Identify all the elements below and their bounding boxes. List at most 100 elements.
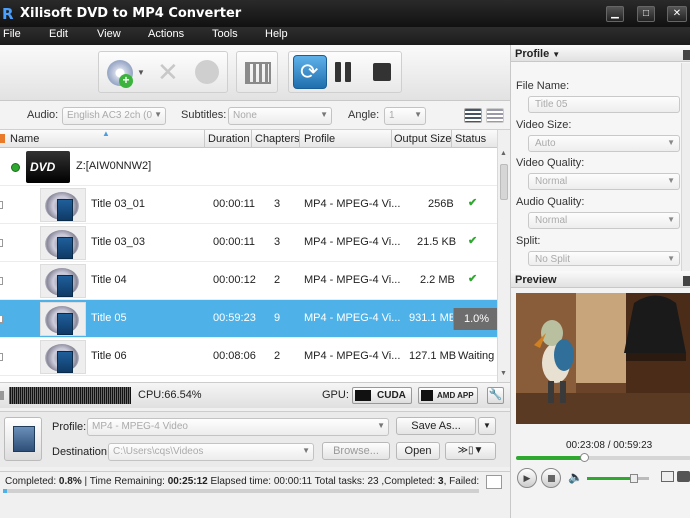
profile-select[interactable]: MP4 - MPEG-4 Video ▼	[87, 418, 389, 436]
seek-bar[interactable]	[516, 453, 690, 462]
row-name: Title 06	[91, 350, 127, 362]
column-divider[interactable]	[299, 130, 300, 148]
table-row[interactable]: Title 03_01 00:00:11 3 MP4 - MPEG-4 Vi..…	[0, 186, 497, 224]
col-status[interactable]: Status	[455, 133, 486, 145]
minimize-button[interactable]: ▁	[606, 6, 624, 22]
convert-tool-group: ⟳	[288, 51, 402, 93]
menu-file[interactable]: File	[3, 28, 21, 40]
clear-icon[interactable]	[195, 60, 219, 84]
col-chapters[interactable]: Chapters	[255, 133, 300, 145]
open-button[interactable]: Open	[396, 442, 440, 460]
panel-expand-icon[interactable]	[683, 50, 690, 60]
row-checkbox[interactable]	[0, 239, 3, 247]
row-checkbox[interactable]	[0, 315, 3, 323]
menu-actions[interactable]: Actions	[148, 28, 184, 40]
disc-row[interactable]: DVD Z:[AIW0NNW2]	[0, 148, 497, 186]
clip-icon[interactable]	[245, 62, 271, 84]
audio-value: English AC3 2ch (0	[67, 110, 153, 121]
column-divider[interactable]	[451, 130, 452, 148]
convert-button[interactable]: ⟳	[293, 55, 327, 89]
seek-thumb[interactable]	[580, 453, 590, 462]
volume-fill	[587, 477, 634, 480]
snapshot-folder-icon[interactable]	[661, 471, 674, 482]
menu-view[interactable]: View	[97, 28, 121, 40]
video-quality-select[interactable]: Normal ▼	[528, 173, 680, 190]
column-divider[interactable]	[391, 130, 392, 148]
forward-arrows-icon[interactable]: ≫▯▼	[445, 442, 496, 460]
cuda-button[interactable]: CUDA	[352, 387, 412, 404]
list-view-icon[interactable]	[464, 108, 482, 123]
stop-icon[interactable]	[373, 63, 391, 81]
pause-icon-bar[interactable]	[345, 62, 351, 82]
row-profile[interactable]: MP4 - MPEG-4 Vi...	[304, 236, 400, 248]
browse-button[interactable]: Browse...	[322, 442, 390, 460]
destination-select[interactable]: C:\Users\cqs\Videos ▼	[108, 443, 314, 461]
preview-detach-icon[interactable]	[683, 276, 690, 286]
column-divider[interactable]	[204, 130, 205, 148]
disc-label: Z:[AIW0NNW2]	[76, 160, 152, 172]
scroll-up-icon[interactable]: ▲	[500, 150, 507, 157]
list-scrollbar[interactable]: ▲ ▼	[497, 130, 510, 382]
collapse-icon[interactable]	[11, 163, 20, 172]
split-value: No Split	[535, 254, 571, 265]
row-checkbox[interactable]	[0, 277, 3, 285]
col-duration[interactable]: Duration	[208, 133, 250, 145]
detail-view-icon[interactable]	[486, 108, 504, 123]
scroll-thumb[interactable]	[500, 164, 508, 200]
file-name-input[interactable]: Title 05	[528, 96, 680, 113]
chevron-down-icon: ▼	[667, 215, 675, 224]
volume-thumb[interactable]	[629, 474, 638, 483]
close-button[interactable]: ✕	[667, 6, 687, 22]
subtitles-select[interactable]: None ▼	[228, 107, 332, 125]
plus-icon: +	[119, 74, 133, 88]
table-row-selected[interactable]: Title 05 00:59:23 9 MP4 - MPEG-4 Vi... 9…	[0, 300, 497, 338]
pause-icon[interactable]	[335, 62, 341, 82]
split-select[interactable]: No Split ▼	[528, 251, 680, 266]
row-profile[interactable]: MP4 - MPEG-4 Vi...	[304, 198, 400, 210]
volume-icon[interactable]: 🔈	[568, 470, 583, 484]
add-dvd-icon[interactable]: +	[107, 60, 133, 88]
table-row[interactable]: Title 04 00:00:12 2 MP4 - MPEG-4 Vi... 2…	[0, 262, 497, 300]
video-size-select[interactable]: Auto ▼	[528, 135, 680, 152]
audio-quality-select[interactable]: Normal ▼	[528, 212, 680, 229]
column-divider[interactable]	[251, 130, 252, 148]
stop-preview-button[interactable]	[541, 468, 561, 488]
chevron-down-icon[interactable]: ▼	[137, 68, 145, 77]
pane-toggle-icon[interactable]	[0, 391, 4, 400]
volume-slider[interactable]	[587, 474, 649, 483]
row-checkbox[interactable]	[0, 353, 3, 361]
save-as-button[interactable]: Save As...	[396, 417, 476, 435]
scroll-down-icon[interactable]: ▼	[500, 370, 507, 377]
angle-select[interactable]: 1 ▼	[384, 107, 426, 125]
row-profile[interactable]: MP4 - MPEG-4 Vi...	[304, 350, 400, 362]
profile-panel-scrollbar[interactable]	[681, 63, 690, 271]
settings-wrench-icon[interactable]: 🔧	[487, 387, 504, 404]
menu-tools[interactable]: Tools	[212, 28, 238, 40]
nvidia-icon	[355, 390, 371, 401]
play-icon[interactable]: ▶	[517, 468, 537, 488]
col-output-size[interactable]: Output Size	[394, 133, 451, 145]
row-checkbox[interactable]	[0, 201, 3, 209]
maximize-button[interactable]: □	[637, 6, 655, 22]
menu-help[interactable]: Help	[265, 28, 288, 40]
col-name[interactable]: Name	[10, 133, 39, 145]
row-name: Title 05	[91, 312, 127, 324]
chevron-down-icon: ▼	[667, 254, 675, 263]
menu-edit[interactable]: Edit	[49, 28, 68, 40]
log-icon[interactable]	[486, 475, 502, 489]
select-all-checkbox[interactable]	[0, 134, 5, 143]
convert-icon: ⟳	[300, 59, 319, 84]
profile-panel-title: Profile	[515, 48, 550, 60]
row-profile[interactable]: MP4 - MPEG-4 Vi...	[304, 312, 400, 324]
col-profile[interactable]: Profile	[304, 133, 335, 145]
profile-icon[interactable]	[4, 417, 42, 461]
audio-select[interactable]: English AC3 2ch (0 ▼	[62, 107, 166, 125]
chevron-down-icon[interactable]: ▼	[478, 417, 496, 435]
amd-app-button[interactable]: AMD APP	[418, 387, 478, 404]
table-row[interactable]: Title 06 00:08:06 2 MP4 - MPEG-4 Vi... 1…	[0, 338, 497, 376]
table-row[interactable]: Title 03_03 00:00:11 3 MP4 - MPEG-4 Vi..…	[0, 224, 497, 262]
row-profile[interactable]: MP4 - MPEG-4 Vi...	[304, 274, 400, 286]
remove-icon[interactable]: ✕	[157, 59, 179, 85]
camera-icon[interactable]	[677, 471, 690, 482]
profile-panel-header[interactable]: Profile ▼	[511, 45, 690, 62]
